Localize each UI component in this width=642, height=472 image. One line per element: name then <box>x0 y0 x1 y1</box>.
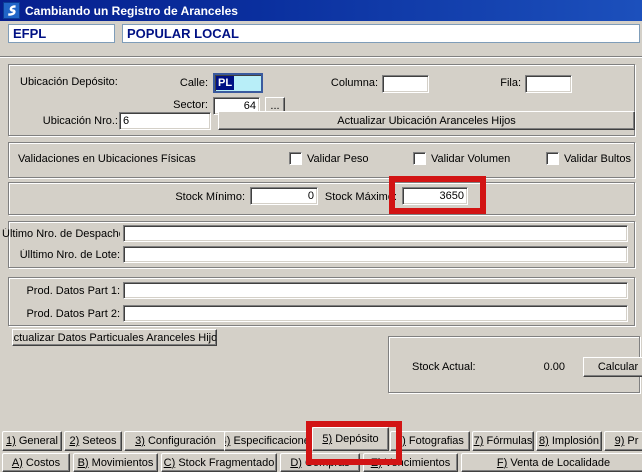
stock-minimo-input[interactable] <box>250 187 318 205</box>
stock-actual-value: 0.00 <box>505 361 565 373</box>
ultimo-despacho-input[interactable] <box>123 225 628 242</box>
stock-actual-label: Stock Actual: <box>412 361 476 373</box>
panel-divider <box>0 56 642 58</box>
ultimo-despacho-label: Último Nro. de Despacho: <box>2 228 120 240</box>
stock-minimo-label: Stock Mínimo: <box>163 191 245 203</box>
validar-bultos-label: Validar Bultos <box>564 153 631 165</box>
tab-general[interactable]: 1) General <box>2 431 62 451</box>
validaciones-label: Validaciones en Ubicaciones Físicas <box>18 153 196 165</box>
fila-label: Fila: <box>478 77 521 89</box>
calle-selected-text: PL <box>216 76 234 90</box>
prod-part1-label: Prod. Datos Part 1: <box>2 285 120 297</box>
window-title: Cambiando un Registro de Aranceles <box>25 4 238 18</box>
ubicacion-nro-label: Ubicación Nro.: <box>28 115 118 127</box>
prod-part2-input[interactable] <box>123 305 628 322</box>
stock-maximo-label: Stock Máximo: <box>318 191 397 203</box>
validar-peso-label: Validar Peso <box>307 153 369 165</box>
calle-label: Calle: <box>158 77 208 89</box>
tab-formulas[interactable]: 7) Fórmulas <box>472 431 534 451</box>
validar-bultos-checkbox[interactable] <box>546 152 559 165</box>
tab-venta-localidades[interactable]: F) Venta de Localidade <box>461 453 642 472</box>
descripcion-field: POPULAR LOCAL <box>122 24 640 43</box>
actualizar-datos-button[interactable]: Actualizar Datos Particuales Aranceles H… <box>12 329 217 346</box>
columna-label: Columna: <box>318 77 378 89</box>
calle-input[interactable]: PL <box>213 73 263 93</box>
tab-precios[interactable]: 9) Pr <box>604 431 642 451</box>
codigo-field[interactable]: EFPL <box>8 24 115 43</box>
stock-maximo-input[interactable] <box>402 187 468 205</box>
fila-input[interactable] <box>525 75 572 93</box>
tab-deposito[interactable]: 5) Depósito <box>312 427 389 451</box>
sector-label: Sector: <box>158 99 208 111</box>
tab-fotografias[interactable]: 6) Fotografias <box>390 431 470 451</box>
ubicacion-nro-input[interactable] <box>119 112 211 130</box>
tab-vencimientos[interactable]: E) Vencimientos <box>363 453 458 472</box>
prod-part2-label: Prod. Datos Part 2: <box>2 308 120 320</box>
validar-peso-checkbox[interactable] <box>289 152 302 165</box>
app-window: Cambiando un Registro de Aranceles EFPL … <box>0 0 642 472</box>
tab-seteos[interactable]: 2) Seteos <box>64 431 122 451</box>
title-bar[interactable]: Cambiando un Registro de Aranceles <box>0 0 642 21</box>
columna-input[interactable] <box>382 75 429 93</box>
app-icon <box>3 2 20 19</box>
tab-costos[interactable]: A) Costos <box>2 453 70 472</box>
calcular-button[interactable]: Calcular <box>583 357 642 377</box>
ultimo-lote-input[interactable] <box>123 246 628 263</box>
tab-especificaciones[interactable]: 4) Especificaciones <box>224 431 312 451</box>
tab-movimientos[interactable]: B) Movimientos <box>73 453 158 472</box>
ubicacion-deposito-label: Ubicación Depósito: <box>20 76 118 88</box>
validar-volumen-checkbox[interactable] <box>413 152 426 165</box>
prod-part1-input[interactable] <box>123 282 628 299</box>
tab-compras[interactable]: D) Compras <box>280 453 360 472</box>
tab-stock-fragmentado[interactable]: C) Stock Fragmentado <box>161 453 277 472</box>
actualizar-ubicacion-button[interactable]: Actualizar Ubicación Aranceles Hijos <box>218 111 635 130</box>
ultimo-lote-label: Úlltimo Nro. de Lote: <box>2 249 120 261</box>
tab-implosion[interactable]: 8) Implosión <box>536 431 602 451</box>
tab-configuracion[interactable]: 3) Configuración <box>124 431 227 451</box>
validar-volumen-label: Validar Volumen <box>431 153 510 165</box>
